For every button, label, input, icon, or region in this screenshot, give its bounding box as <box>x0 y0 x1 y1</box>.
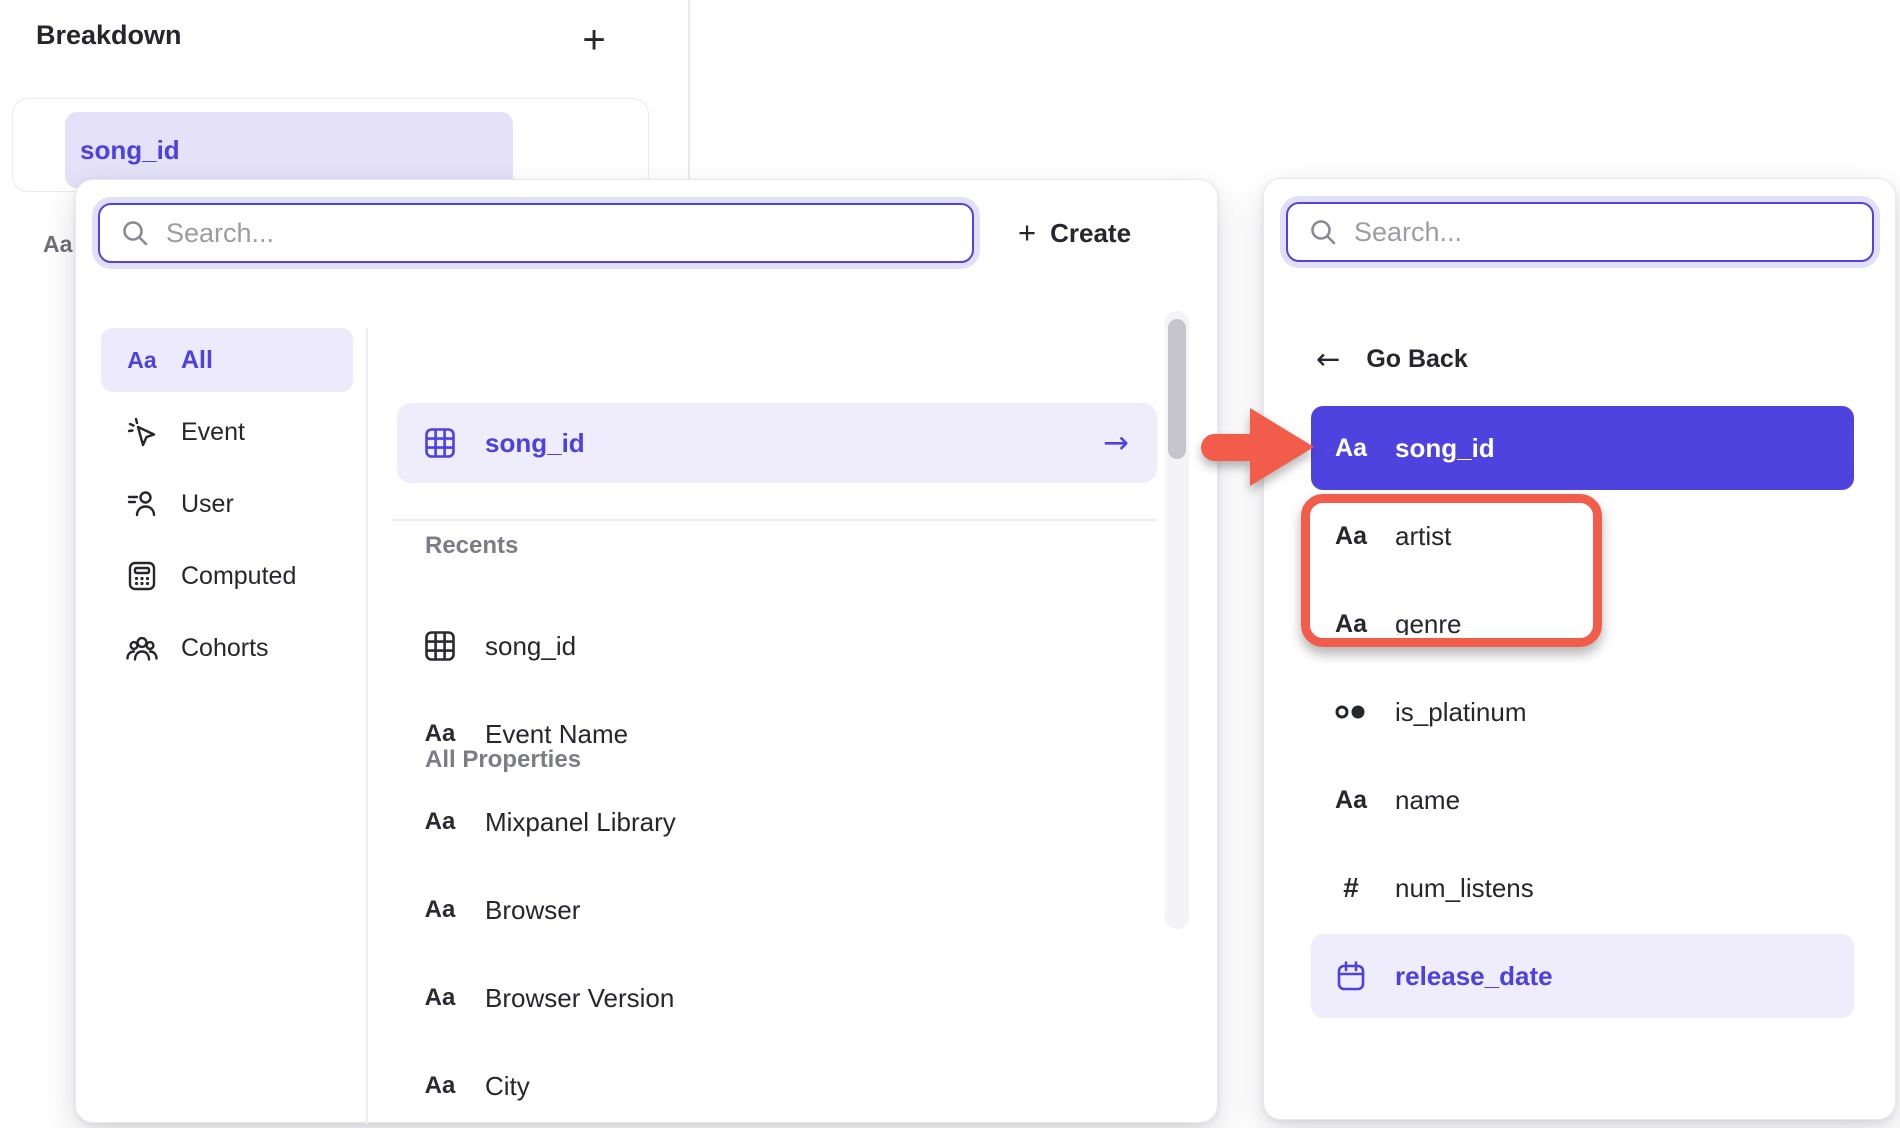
user-icon <box>125 488 159 520</box>
text-type-icon: Aa <box>423 808 457 836</box>
event-cursor-icon <box>125 416 159 448</box>
column-divider <box>366 328 368 1124</box>
text-type-icon: Aa <box>1333 522 1369 551</box>
text-type-icon: Aa <box>423 1072 457 1100</box>
property-row-song-id-selected[interactable]: Aa song_id <box>1311 406 1854 490</box>
property-row-city[interactable]: Aa City <box>397 1042 1157 1128</box>
property-row-browser[interactable]: Aa Browser <box>397 866 1157 954</box>
people-group-icon <box>125 632 159 664</box>
breakdown-chip-value-field[interactable]: song_id <box>65 112 513 188</box>
go-back-button[interactable]: ← Go Back <box>1316 339 1468 379</box>
section-divider <box>688 0 690 179</box>
text-type-icon: Aa <box>125 347 159 374</box>
category-item-cohorts[interactable]: Cohorts <box>101 616 353 680</box>
property-row-mixpanel-library[interactable]: Aa Mixpanel Library <box>397 778 1157 866</box>
text-type-icon: Aa <box>1333 434 1369 463</box>
screenshot-canvas: Breakdown + Aa song_id ✕ + Create Aa All <box>0 0 1900 1128</box>
breakdown-chip-value: song_id <box>80 135 180 166</box>
list-divider <box>392 519 1157 521</box>
property-picker-dropdown: + Create Aa All Event <box>75 179 1218 1123</box>
text-type-icon: Aa <box>423 896 457 924</box>
search-input[interactable] <box>1354 217 1872 248</box>
boolean-type-icon <box>1333 700 1369 724</box>
category-item-event[interactable]: Event <box>101 400 353 464</box>
text-type-icon: Aa <box>423 720 457 748</box>
text-type-icon: Aa <box>1333 786 1369 815</box>
property-row-name[interactable]: Aa name <box>1311 758 1854 842</box>
breakdown-section-title: Breakdown <box>36 20 182 51</box>
search-field[interactable] <box>98 203 974 263</box>
property-row-event-name[interactable]: Aa Event Name <box>397 690 1157 778</box>
calculator-icon <box>125 560 159 592</box>
property-row-is-platinum[interactable]: is_platinum <box>1311 670 1854 754</box>
create-button[interactable]: + Create <box>1018 207 1131 259</box>
number-type-icon: # <box>1333 872 1369 904</box>
search-icon <box>1308 217 1338 247</box>
property-row-artist[interactable]: Aa artist <box>1311 494 1854 578</box>
property-row-release-date[interactable]: release_date <box>1311 934 1854 1018</box>
arrow-left-icon: ← <box>1316 342 1340 376</box>
text-type-icon: Aa <box>423 984 457 1012</box>
category-list: Aa All Event <box>101 328 353 688</box>
add-breakdown-button[interactable]: + <box>566 12 622 68</box>
text-type-icon: Aa <box>43 231 72 258</box>
scrollbar-thumb[interactable] <box>1168 319 1186 459</box>
property-row-song-id[interactable]: song_id <box>397 602 1157 690</box>
category-item-all[interactable]: Aa All <box>101 328 353 392</box>
scrollbar-track[interactable] <box>1165 311 1189 929</box>
search-field[interactable] <box>1286 202 1874 262</box>
search-input[interactable] <box>166 218 972 249</box>
create-button-label: Create <box>1050 218 1131 249</box>
property-row-num-listens[interactable]: # num_listens <box>1311 846 1854 930</box>
arrow-right-icon[interactable]: → <box>1103 425 1157 461</box>
calendar-icon <box>1333 960 1369 992</box>
table-grid-icon <box>423 427 457 459</box>
plus-icon: + <box>1018 215 1036 251</box>
text-type-icon: Aa <box>1333 610 1369 639</box>
recents-header: Recents <box>425 532 518 560</box>
property-row-genre[interactable]: Aa genre <box>1311 582 1854 666</box>
category-item-user[interactable]: User <box>101 472 353 536</box>
search-icon <box>120 218 150 248</box>
recent-property-song-id[interactable]: song_id → <box>397 403 1157 483</box>
song-property-dropdown: ← Go Back Aa song_id Aa artist Aa genre … <box>1263 178 1896 1120</box>
property-row-browser-version[interactable]: Aa Browser Version <box>397 954 1157 1042</box>
breakdown-chip: Aa song_id ✕ <box>12 98 649 192</box>
table-grid-icon <box>423 630 457 662</box>
category-item-computed[interactable]: Computed <box>101 544 353 608</box>
